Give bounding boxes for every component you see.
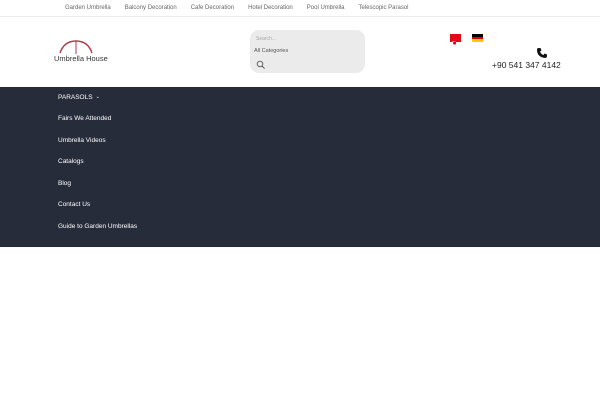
search-icon[interactable] — [256, 60, 266, 70]
chevron-down-icon: ⌄ — [95, 94, 100, 100]
logo-text: Umbrella House — [54, 54, 108, 63]
search-box: All Categories — [250, 30, 365, 73]
topbar-link-telescopic-parasol[interactable]: Telescopic Parasol — [350, 0, 414, 17]
nav-item-videos[interactable]: Umbrella Videos — [58, 137, 106, 144]
nav-item-guide[interactable]: Guide to Garden Umbrellas — [58, 223, 137, 230]
nav-item-contact[interactable]: Contact Us — [58, 201, 90, 208]
german-flag-icon[interactable] — [472, 34, 483, 42]
topbar-link-garden-umbrella[interactable]: Garden Umbrella — [57, 0, 117, 17]
nav-item-catalogs[interactable]: Catalogs — [58, 158, 84, 165]
turkish-flag-icon[interactable] — [450, 34, 461, 45]
nav-item-fairs[interactable]: Fairs We Attended — [58, 115, 111, 122]
umbrella-logo-icon — [59, 40, 93, 54]
site-header: Umbrella House All Categories +90 541 34… — [0, 17, 600, 87]
top-bar: Garden Umbrella Balcony Decoration Cafe … — [0, 0, 600, 17]
site-logo[interactable]: Umbrella House — [54, 39, 118, 67]
search-input[interactable] — [256, 34, 356, 44]
nav-item-blog[interactable]: Blog — [58, 180, 71, 187]
main-navigation: PARASOLS ⌄ Fairs We Attended Umbrella Vid… — [0, 87, 600, 247]
nav-item-parasols[interactable]: PARASOLS ⌄ — [58, 94, 100, 101]
topbar-link-balcony-decoration[interactable]: Balcony Decoration — [117, 0, 183, 17]
topbar-link-cafe-decoration[interactable]: Cafe Decoration — [183, 0, 240, 17]
topbar-link-hotel-decoration[interactable]: Hotel Decoration — [240, 0, 299, 17]
phone-number[interactable]: +90 541 347 4142 — [492, 60, 561, 70]
nav-item-label: PARASOLS — [58, 94, 93, 101]
category-select[interactable]: All Categories — [254, 48, 288, 54]
topbar-links: Garden Umbrella Balcony Decoration Cafe … — [57, 0, 415, 17]
topbar-link-pool-umbrella[interactable]: Pool Umbrella — [299, 0, 351, 17]
phone-icon[interactable] — [536, 47, 548, 59]
